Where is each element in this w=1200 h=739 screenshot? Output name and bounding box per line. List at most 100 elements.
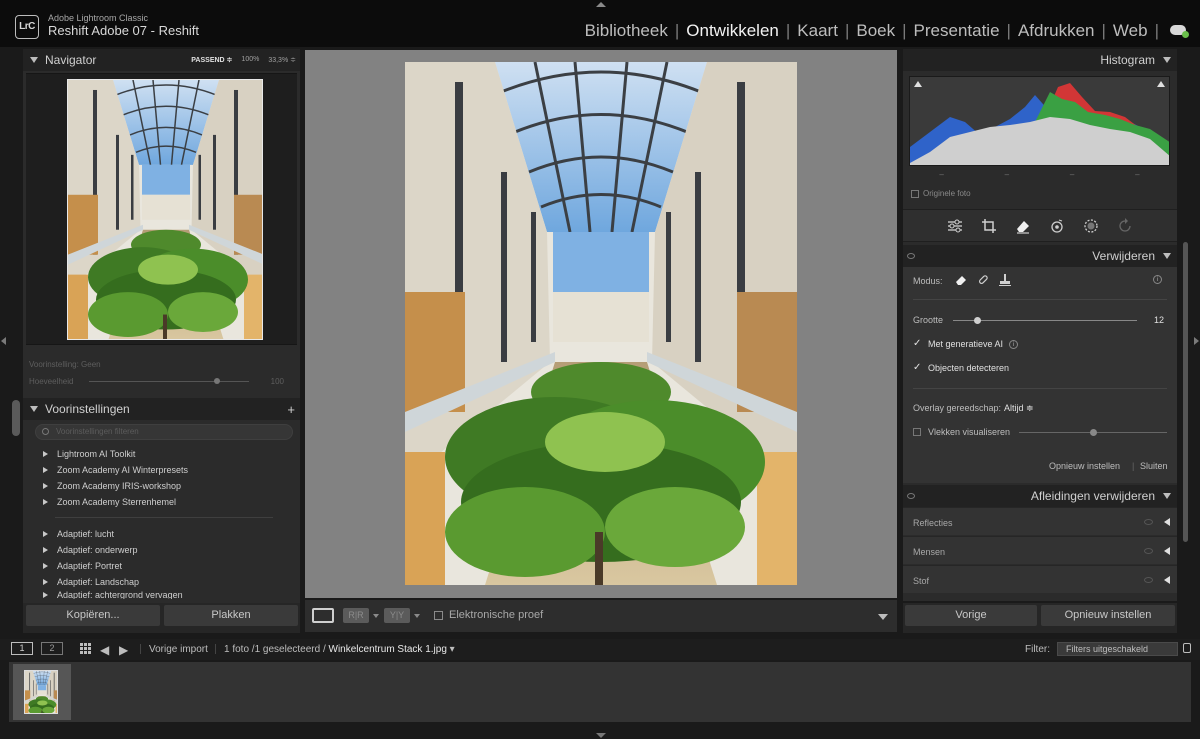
visualize-spots-slider-knob[interactable] <box>1090 429 1097 436</box>
eraser-mode-icon[interactable] <box>954 273 968 292</box>
close-remove-button[interactable]: Sluiten <box>1140 461 1168 471</box>
original-photo-checkbox[interactable] <box>911 190 919 198</box>
overlay-select[interactable]: Altijd ≑ <box>1004 403 1034 414</box>
add-preset-icon[interactable]: + <box>287 402 295 417</box>
reset-remove-button[interactable]: Opnieuw instellen <box>1049 461 1120 471</box>
eraser-icon[interactable] <box>1013 216 1033 236</box>
generative-ai-checkbox[interactable]: ✓ <box>913 339 922 349</box>
module-develop[interactable]: Ontwikkelen <box>680 21 785 41</box>
before-after-swap-button[interactable]: Y|Y <box>384 608 410 623</box>
size-slider-knob[interactable] <box>973 317 981 324</box>
mask-icon[interactable] <box>1081 216 1101 236</box>
previous-settings-button[interactable]: Vorige <box>905 605 1037 626</box>
cloud-sync-icon[interactable] <box>1170 25 1189 38</box>
chevron-left-icon[interactable] <box>1164 518 1170 526</box>
filename[interactable]: Winkelcentrum Stack 1.jpg <box>329 644 447 655</box>
reset-all-button[interactable]: Opnieuw instellen <box>1041 605 1175 626</box>
grid-view-icon[interactable] <box>80 643 91 654</box>
eye-icon[interactable] <box>907 253 915 259</box>
preset-group[interactable]: Adaptief: Landschap <box>43 574 293 590</box>
remove-distractions-title: Afleidingen verwijderen <box>1030 489 1155 503</box>
preset-group[interactable]: Adaptief: achtergrond vervagen <box>43 590 293 599</box>
eye-icon[interactable] <box>1144 548 1153 554</box>
main-photo[interactable] <box>405 62 797 585</box>
refresh-icon[interactable] <box>1115 216 1135 236</box>
visualize-spots-checkbox[interactable] <box>913 428 921 436</box>
preset-group[interactable]: Adaptief: onderwerp <box>43 542 293 558</box>
right-panel-scrollbar[interactable] <box>1183 242 1188 542</box>
clone-stamp-icon[interactable] <box>998 273 1012 292</box>
amount-slider-knob[interactable] <box>214 378 220 384</box>
loupe-view-button[interactable] <box>312 608 334 623</box>
image-canvas[interactable] <box>305 50 897 598</box>
preset-group[interactable]: Adaptief: Portret <box>43 558 293 574</box>
module-library[interactable]: Bibliotheek <box>579 21 674 41</box>
chevron-down-icon[interactable] <box>414 614 420 618</box>
preset-group[interactable]: Zoom Academy IRIS-workshop <box>43 478 293 494</box>
info-icon[interactable]: i <box>1153 275 1162 284</box>
primary-screen-button[interactable]: 1 <box>11 642 33 655</box>
lock-icon[interactable] <box>1183 643 1191 653</box>
collapse-top-panel-icon[interactable] <box>596 2 606 7</box>
arrow-right-icon[interactable]: ▶ <box>119 643 128 657</box>
zoom-options: PASSEND ≑ 100% 33,3% ≑ <box>191 56 296 64</box>
chevron-left-icon[interactable] <box>1164 547 1170 555</box>
navigator-preview[interactable] <box>26 73 297 345</box>
detect-objects-checkbox[interactable]: ✓ <box>913 363 922 373</box>
eye-icon[interactable] <box>1144 519 1153 525</box>
chevron-down-icon[interactable] <box>373 614 379 618</box>
zoom-fit[interactable]: PASSEND ≑ <box>191 56 232 64</box>
thumbnail-image[interactable] <box>24 670 58 714</box>
mode-label: Modus: <box>913 276 943 286</box>
collapse-right-panel-icon[interactable] <box>1194 337 1199 345</box>
amount-slider[interactable] <box>89 381 249 382</box>
eye-icon[interactable] <box>1144 577 1153 583</box>
distraction-row-dust[interactable]: Stof <box>903 565 1177 593</box>
chevron-left-icon[interactable] <box>1164 576 1170 584</box>
module-book[interactable]: Boek <box>850 21 901 41</box>
distraction-row-people[interactable]: Mensen <box>903 536 1177 564</box>
zoom-100[interactable]: 100% <box>241 56 259 64</box>
module-web[interactable]: Web <box>1107 21 1154 41</box>
before-after-button[interactable]: R|R <box>343 608 369 623</box>
zoom-custom[interactable]: 33,3% ≑ <box>268 56 296 64</box>
navigator-photo[interactable] <box>67 79 263 340</box>
preset-group[interactable]: Adaptief: lucht <box>43 526 293 542</box>
left-panel-scrollbar[interactable] <box>12 400 20 436</box>
module-print[interactable]: Afdrukken <box>1012 21 1101 41</box>
size-value[interactable]: 12 <box>1154 315 1164 325</box>
arrow-left-icon[interactable]: ◀ <box>100 643 109 657</box>
preset-group[interactable]: Lightroom AI Toolkit <box>43 446 293 462</box>
generative-ai-label: Met generatieve AI <box>928 339 1004 349</box>
collapse-left-panel-icon[interactable] <box>1 337 6 345</box>
heal-mode-icon[interactable] <box>976 273 990 292</box>
remove-distractions-header[interactable]: Afleidingen verwijderen <box>903 485 1177 507</box>
info-icon[interactable]: i <box>1009 340 1018 349</box>
presets-header[interactable]: Voorinstellingen + <box>23 398 300 420</box>
filter-select[interactable]: Filters uitgeschakeld <box>1057 642 1178 656</box>
collapse-filmstrip-icon[interactable] <box>596 733 606 738</box>
remove-header[interactable]: Verwijderen <box>903 245 1177 267</box>
edit-sliders-icon[interactable] <box>945 216 965 236</box>
histogram-graph[interactable] <box>909 76 1170 166</box>
paste-settings-button[interactable]: Plakken <box>164 605 298 626</box>
redeye-icon[interactable] <box>1047 216 1067 236</box>
highlight-clipping-icon[interactable] <box>1157 81 1165 87</box>
toolbar-menu-icon[interactable] <box>878 614 888 620</box>
eye-icon[interactable] <box>907 493 915 499</box>
preset-group[interactable]: Zoom Academy Sterrenhemel <box>43 494 293 510</box>
preset-search-input[interactable]: Voorinstellingen filteren <box>35 424 293 440</box>
shadow-clipping-icon[interactable] <box>914 81 922 87</box>
secondary-screen-button[interactable]: 2 <box>41 642 63 655</box>
module-map[interactable]: Kaart <box>791 21 844 41</box>
preset-group[interactable]: Zoom Academy AI Winterpresets <box>43 462 293 478</box>
distraction-row-reflections[interactable]: Reflecties <box>903 507 1177 535</box>
soft-proof-checkbox[interactable] <box>434 611 443 620</box>
module-slideshow[interactable]: Presentatie <box>908 21 1006 41</box>
source-label[interactable]: Vorige import <box>149 644 208 655</box>
filmstrip-thumbnail[interactable] <box>13 664 71 720</box>
navigator-header[interactable]: Navigator PASSEND ≑ 100% 33,3% ≑ <box>23 49 300 71</box>
histogram-header[interactable]: Histogram <box>903 49 1177 71</box>
crop-icon[interactable] <box>979 216 999 236</box>
copy-settings-button[interactable]: Kopiëren... <box>26 605 160 626</box>
